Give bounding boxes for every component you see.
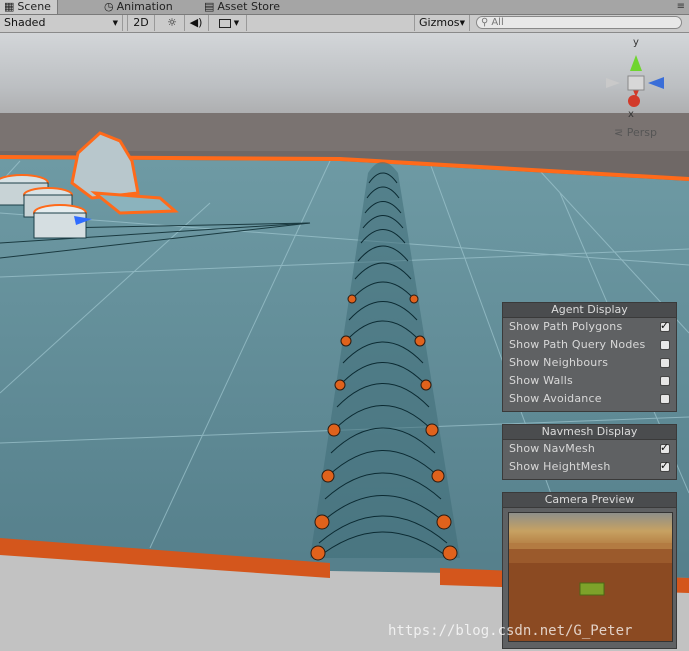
show-avoidance-checkbox[interactable] <box>660 394 670 404</box>
option-label: Show NavMesh <box>509 442 596 455</box>
watermark: https://blog.csdn.net/G_Peter <box>388 623 633 639</box>
checkmark-icon: ✓ <box>660 319 670 332</box>
sky <box>0 33 689 123</box>
tab-animation[interactable]: ◷ Animation <box>100 0 179 14</box>
clock-icon: ◷ <box>104 0 114 13</box>
show-path-polygons-checkbox[interactable]: ✓ <box>660 319 670 332</box>
option-show-heightmesh[interactable]: Show HeightMesh ✓ <box>503 458 676 476</box>
checkmark-icon: ✓ <box>660 441 670 454</box>
show-path-query-nodes-checkbox[interactable] <box>660 340 670 350</box>
show-heightmesh-checkbox[interactable]: ✓ <box>660 459 670 472</box>
store-icon: ▤ <box>204 0 215 13</box>
option-label: Show Walls <box>509 374 573 387</box>
search-placeholder: All <box>491 17 504 28</box>
shading-mode-label: Shaded <box>4 16 46 29</box>
grid-icon: ▦ <box>4 0 15 13</box>
search-icon: ⚲ <box>481 17 489 28</box>
tab-scene-label: Scene <box>17 0 51 13</box>
audio-toggle-button[interactable]: ◀) <box>184 15 209 31</box>
checkmark-icon: ✓ <box>660 459 670 472</box>
option-show-avoidance[interactable]: Show Avoidance <box>503 390 676 408</box>
gizmos-label: Gizmos <box>419 16 460 29</box>
option-label: Show Path Query Nodes <box>509 338 646 351</box>
agent-display-title: Agent Display <box>503 303 676 318</box>
chevron-down-icon: ▼ <box>233 19 240 27</box>
speaker-icon: ◀) <box>189 16 203 29</box>
agent-display-panel: Agent Display Show Path Polygons ✓ Show … <box>502 302 677 412</box>
show-walls-checkbox[interactable] <box>660 376 670 386</box>
option-show-neighbours[interactable]: Show Neighbours <box>503 354 676 372</box>
option-show-walls[interactable]: Show Walls <box>503 372 676 390</box>
chevron-down-icon: ▼ <box>459 19 465 27</box>
2d-toggle-button[interactable]: 2D <box>127 15 155 31</box>
menu-icon[interactable]: ≡ <box>677 1 685 12</box>
show-neighbours-checkbox[interactable] <box>660 358 670 368</box>
navmesh-display-title: Navmesh Display <box>503 425 676 440</box>
chevron-down-icon: ▼ <box>112 19 118 27</box>
option-label: Show Path Polygons <box>509 320 623 333</box>
option-show-path-polygons[interactable]: Show Path Polygons ✓ <box>503 318 676 336</box>
shading-mode-dropdown[interactable]: Shaded ▼ <box>0 15 123 31</box>
gizmo-y-label: y <box>633 37 639 48</box>
projection-label: Persp <box>626 126 657 139</box>
tab-bar: ▦ Scene ◷ Animation ▤ Asset Store ≡ <box>0 0 689 15</box>
option-label: Show Neighbours <box>509 356 609 369</box>
scene-toolbar: Shaded ▼ 2D ☼ ◀) ▼ Gizmos ▼ ⚲ All <box>0 15 689 33</box>
show-navmesh-checkbox[interactable]: ✓ <box>660 441 670 454</box>
navmesh-display-panel: Navmesh Display Show NavMesh ✓ Show Heig… <box>502 424 677 480</box>
tab-asset-store[interactable]: ▤ Asset Store <box>200 0 286 14</box>
tab-scene[interactable]: ▦ Scene <box>0 0 58 14</box>
2d-label: 2D <box>133 16 149 29</box>
projection-toggle[interactable]: ⋜ Persp <box>614 126 657 139</box>
lighting-toggle-button[interactable]: ☼ <box>160 15 185 31</box>
option-label: Show Avoidance <box>509 392 602 405</box>
tab-animation-label: Animation <box>116 0 173 13</box>
camera-preview-title: Camera Preview <box>503 493 676 508</box>
sun-icon: ☼ <box>167 16 177 29</box>
tab-asset-store-label: Asset Store <box>217 0 281 13</box>
option-show-navmesh[interactable]: Show NavMesh ✓ <box>503 440 676 458</box>
option-label: Show HeightMesh <box>509 460 611 473</box>
gizmos-dropdown[interactable]: Gizmos ▼ <box>414 15 470 31</box>
gizmo-x-label: x <box>628 109 634 120</box>
effects-dropdown[interactable]: ▼ <box>212 15 247 31</box>
persp-icon: ⋜ <box>614 126 624 139</box>
image-icon <box>218 18 231 28</box>
search-input[interactable]: ⚲ All <box>476 16 682 29</box>
option-show-path-query-nodes[interactable]: Show Path Query Nodes <box>503 336 676 354</box>
